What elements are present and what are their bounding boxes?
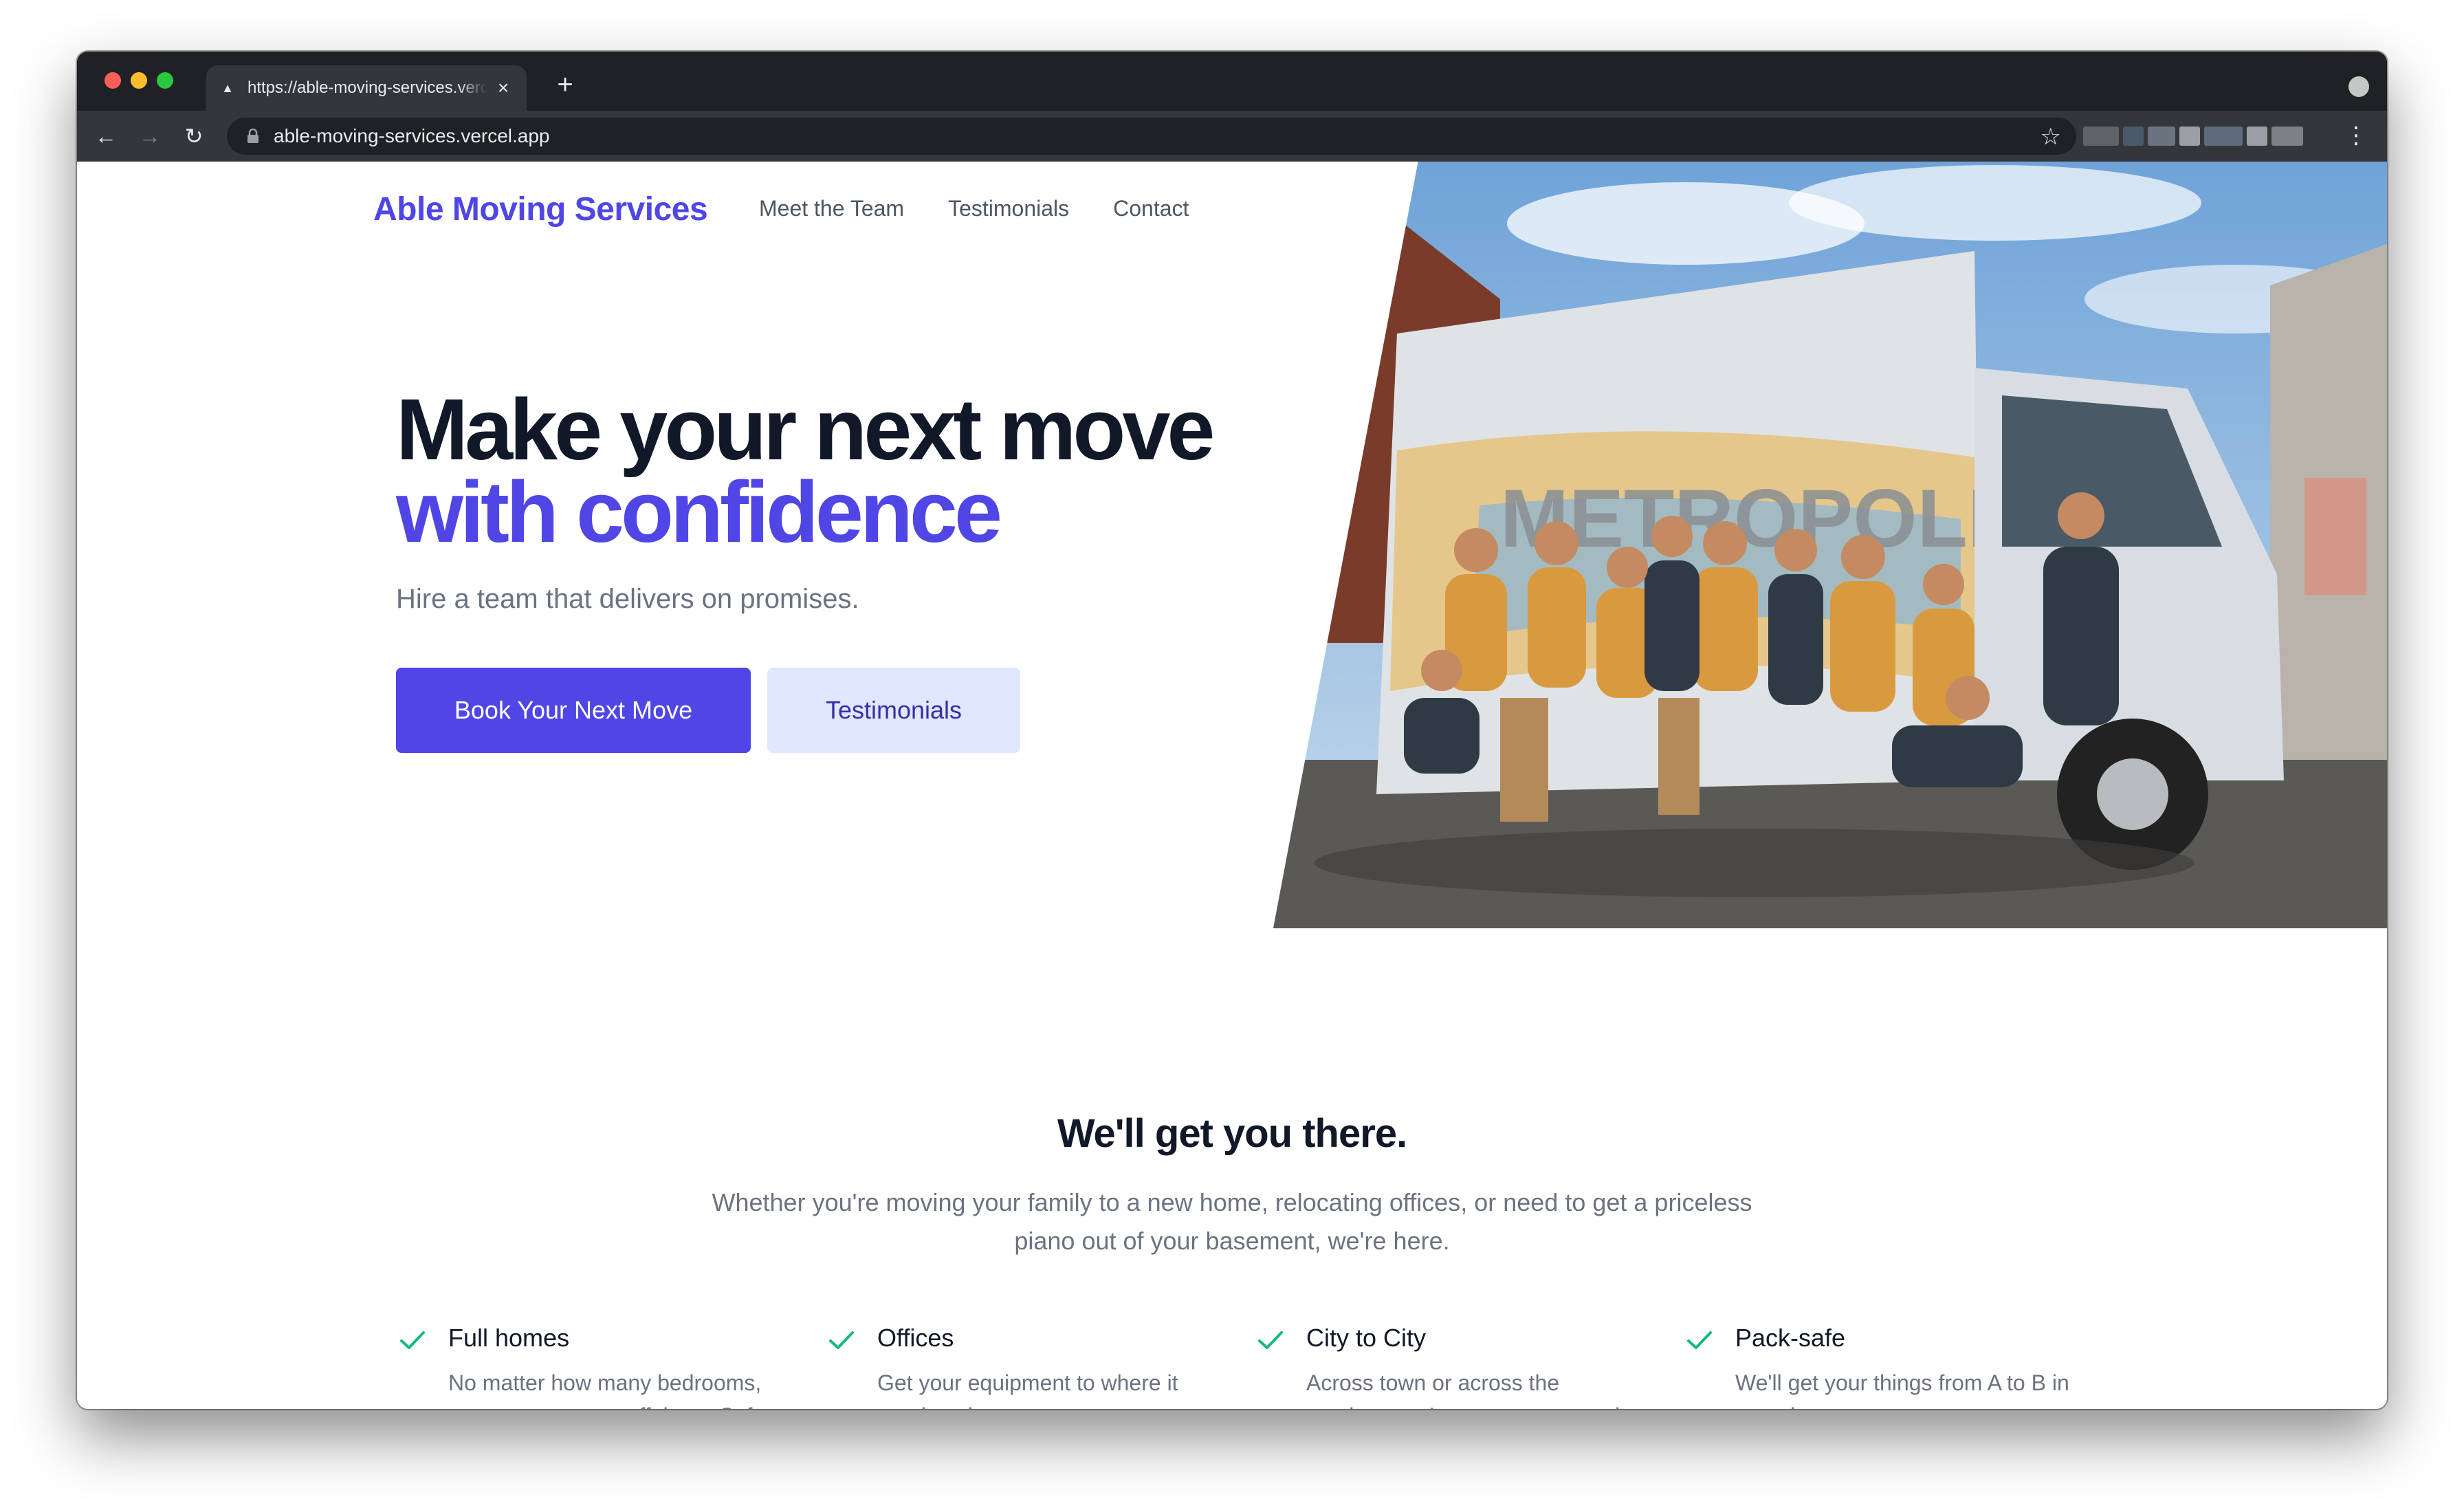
extension-icon[interactable]	[2272, 127, 2303, 146]
hero-headline: Make your next move with confidence	[396, 386, 1215, 560]
window-controls	[104, 72, 173, 89]
maximize-window-button[interactable]	[157, 72, 173, 89]
feature-description: We'll get your things from A to B in one…	[1735, 1370, 2069, 1409]
vercel-favicon-icon: ▲	[221, 80, 234, 95]
hero-photo: METROPOLIS	[1273, 162, 2387, 928]
browser-toolbar: ← → ↻ able-moving-services.vercel.app ☆	[77, 111, 2387, 162]
features-lead-line1: Whether you're moving your family to a n…	[712, 1188, 1752, 1216]
nav-link-contact[interactable]: Contact	[1113, 196, 1189, 221]
site-logo[interactable]: Able Moving Services	[373, 190, 708, 228]
tab-strip: ▲ https://able-moving-services.vercel.ap…	[77, 52, 2387, 111]
feature-description: Across town or across the province, we'v…	[1306, 1370, 1626, 1409]
extension-icon[interactable]	[2083, 127, 2119, 146]
bookmark-star-icon[interactable]: ☆	[2040, 123, 2061, 151]
hero-subhead: Hire a team that delivers on promises.	[396, 584, 859, 614]
feature-title: Offices	[877, 1324, 954, 1352]
features-lead: Whether you're moving your family to a n…	[77, 1183, 2387, 1260]
tab-close-icon[interactable]: ×	[494, 77, 513, 98]
check-icon	[1687, 1331, 1712, 1349]
features-title: We'll get you there.	[1057, 1111, 1407, 1156]
extensions-area	[2083, 120, 2358, 152]
feature-description: Get your equipment to where it needs to …	[877, 1370, 1178, 1409]
minimize-window-button[interactable]	[131, 72, 147, 89]
close-window-button[interactable]	[104, 72, 121, 89]
book-move-button[interactable]: Book Your Next Move	[396, 668, 751, 753]
extension-icon[interactable]	[2123, 127, 2144, 146]
features-lead-line2: piano out of your basement, we're here.	[1014, 1227, 1450, 1255]
new-tab-button[interactable]: +	[551, 71, 579, 98]
nav-link-testimonials[interactable]: Testimonials	[948, 196, 1069, 221]
feature-title: Pack-safe	[1735, 1324, 1846, 1352]
address-bar[interactable]: able-moving-services.vercel.app ☆	[227, 118, 2076, 155]
tab-title: https://able-moving-services.vercel.app	[248, 78, 487, 97]
extension-icon[interactable]	[2148, 127, 2175, 146]
back-arrow-icon[interactable]: ←	[92, 122, 120, 150]
tab-search-icon[interactable]	[2348, 76, 2369, 97]
check-icon	[1258, 1331, 1283, 1349]
extension-icon[interactable]	[2179, 127, 2200, 146]
url-text: able-moving-services.vercel.app	[274, 125, 550, 146]
site-nav: Meet the Team Testimonials Contact	[759, 196, 1189, 221]
moving-crew-photo: METROPOLIS	[1273, 162, 2387, 928]
hero-headline-line2: with confidence	[396, 463, 1002, 560]
extension-icon[interactable]	[2247, 127, 2267, 146]
nav-link-meet-the-team[interactable]: Meet the Team	[759, 196, 904, 221]
feature-title: City to City	[1306, 1324, 1427, 1352]
reload-icon[interactable]: ↻	[180, 122, 208, 150]
browser-window: ▲ https://able-moving-services.vercel.ap…	[77, 52, 2387, 1409]
browser-menu-icon[interactable]: ⋮	[2344, 122, 2368, 149]
feature-title: Full homes	[448, 1324, 570, 1352]
browser-chrome: ▲ https://able-moving-services.vercel.ap…	[77, 52, 2387, 162]
feature-description: No matter how many bedrooms, we can get …	[448, 1370, 764, 1409]
lock-icon	[248, 129, 258, 143]
browser-tab[interactable]: ▲ https://able-moving-services.vercel.ap…	[206, 65, 527, 111]
extension-icon[interactable]	[2204, 127, 2243, 146]
forward-arrow-icon[interactable]: →	[136, 122, 164, 150]
testimonials-button[interactable]: Testimonials	[767, 668, 1020, 753]
check-icon	[829, 1331, 854, 1349]
truck-lettering: METROPOLIS	[1500, 472, 2045, 565]
web-page: METROPOLIS Able Moving Services Meet the…	[77, 162, 2387, 1409]
check-icon	[400, 1331, 425, 1349]
